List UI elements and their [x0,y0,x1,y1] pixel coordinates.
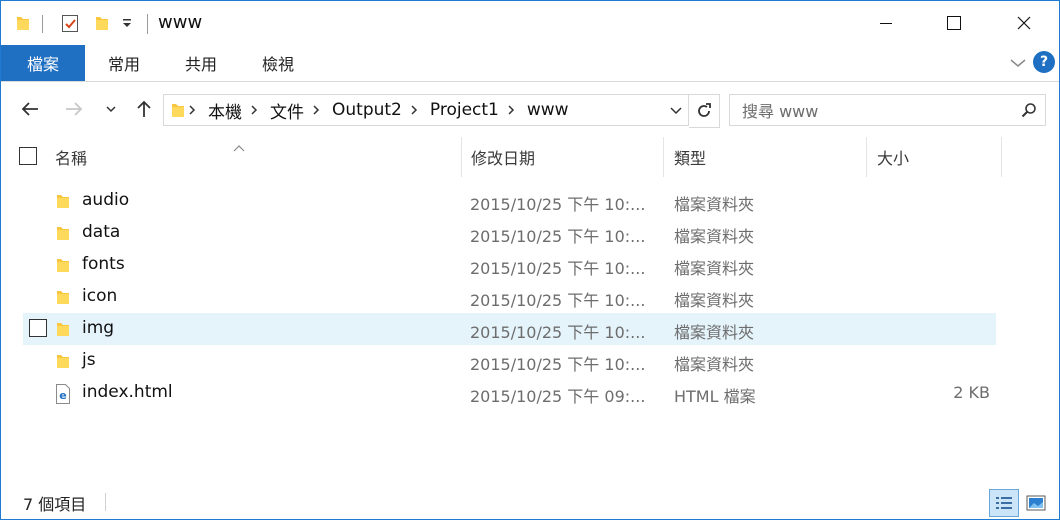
tab-home[interactable]: 常用 [85,45,163,81]
breadcrumb-chevron-icon[interactable] [410,103,422,117]
list-item[interactable]: fonts 2015/10/25 下午 10:... 檔案資料夾 [23,249,996,281]
file-name[interactable]: audio [82,190,129,210]
search-box[interactable]: 搜尋 www [729,94,1046,126]
details-view-button[interactable] [989,489,1019,517]
file-type: 檔案資料夾 [674,355,755,374]
file-date: 2015/10/25 下午 10:... [470,291,646,310]
breadcrumb-output2[interactable]: Output2 [332,100,402,120]
tab-file[interactable]: 檔案 [1,45,85,81]
tab-share[interactable]: 共用 [163,45,239,81]
folder-icon [55,288,71,310]
new-folder-icon[interactable] [94,11,110,35]
forward-arrow-icon[interactable] [61,98,87,120]
navigation-bar: 本機 文件 Output2 Project1 www 搜尋 www [1,82,1059,136]
ribbon-tabs: 檔案 常用 共用 檢視 ? [1,45,1059,82]
item-checkbox[interactable] [29,319,47,337]
file-name[interactable]: data [82,222,120,242]
file-date: 2015/10/25 下午 09:... [470,387,646,406]
file-type: 檔案資料夾 [674,227,755,246]
column-name[interactable]: 名稱 [55,137,87,177]
expand-ribbon-chevron-icon[interactable] [1009,55,1027,69]
title-bar: www [1,1,1059,45]
file-type: 檔案資料夾 [674,195,755,214]
breadcrumb-chevron-icon[interactable] [250,103,262,117]
folder-icon [55,192,71,214]
column-size[interactable]: 大小 [877,137,909,177]
file-name[interactable]: fonts [82,254,125,274]
item-count: 7 個項目 [23,495,87,514]
up-arrow-icon[interactable] [133,98,155,120]
column-divider[interactable] [1001,137,1002,177]
tab-view[interactable]: 檢視 [239,45,317,81]
file-type: 檔案資料夾 [674,291,755,310]
refresh-button[interactable] [689,94,720,128]
recent-locations-chevron-icon[interactable] [102,98,120,120]
window-title: www [158,12,203,33]
edge-html-file-icon: e [55,384,71,408]
column-date-modified[interactable]: 修改日期 [471,137,535,177]
search-input[interactable]: 搜尋 www [742,98,818,122]
column-divider[interactable] [461,137,462,177]
large-icons-view-button[interactable] [1021,489,1051,517]
address-bar[interactable]: 本機 文件 Output2 Project1 www [163,94,689,126]
breadcrumb-this-pc[interactable]: 本機 [208,98,242,123]
breadcrumb-chevron-icon[interactable] [507,103,519,117]
column-header-row: 名稱 修改日期 類型 大小 [1,137,1059,177]
status-bar: 7 個項目 [1,487,1059,519]
list-item[interactable]: data 2015/10/25 下午 10:... 檔案資料夾 [23,217,996,249]
details-view-icon [995,495,1013,511]
file-date: 2015/10/25 下午 10:... [470,323,646,342]
column-type[interactable]: 類型 [674,137,706,177]
search-icon[interactable] [1021,102,1037,122]
file-type: 檔案資料夾 [674,323,755,342]
file-date: 2015/10/25 下午 10:... [470,259,646,278]
list-item[interactable]: audio 2015/10/25 下午 10:... 檔案資料夾 [23,185,996,217]
breadcrumb-documents[interactable]: 文件 [270,98,304,123]
address-folder-icon [170,101,186,119]
explorer-window: www 檔案 常用 共用 檢視 ? 本機 文件 Output2 Project1… [0,0,1060,520]
breadcrumb-www[interactable]: www [527,100,569,120]
file-size: 2 KB [953,383,990,402]
address-history-chevron-icon[interactable] [664,95,688,125]
close-button[interactable] [1001,1,1047,45]
folder-icon [55,224,71,246]
large-icons-view-icon [1026,495,1046,511]
window-folder-icon [15,11,31,35]
file-name[interactable]: index.html [82,382,173,402]
refresh-icon [695,102,713,120]
properties-icon[interactable] [61,11,79,35]
file-name[interactable]: icon [82,286,117,306]
qat-customize-chevron-icon[interactable] [121,11,133,35]
folder-icon [55,256,71,278]
list-item[interactable]: icon 2015/10/25 下午 10:... 檔案資料夾 [23,281,996,313]
folder-icon [55,352,71,374]
minimize-button[interactable] [863,1,909,45]
svg-text:e: e [59,389,66,402]
title-divider [147,14,148,34]
qat-divider [42,15,43,33]
list-item[interactable]: e index.html 2015/10/25 下午 09:... HTML 檔… [23,377,996,409]
list-item[interactable]: img 2015/10/25 下午 10:... 檔案資料夾 [23,313,996,345]
column-divider[interactable] [663,137,664,177]
file-type: HTML 檔案 [674,387,756,406]
breadcrumb-chevron-icon[interactable] [188,103,200,117]
file-date: 2015/10/25 下午 10:... [470,195,646,214]
select-all-checkbox[interactable] [19,147,37,165]
file-date: 2015/10/25 下午 10:... [470,355,646,374]
sort-ascending-icon [233,137,245,156]
breadcrumb-project1[interactable]: Project1 [430,100,499,120]
status-divider [105,493,106,511]
column-divider[interactable] [866,137,867,177]
help-button[interactable]: ? [1033,51,1055,73]
back-arrow-icon[interactable] [17,98,43,120]
list-item[interactable]: js 2015/10/25 下午 10:... 檔案資料夾 [23,345,996,377]
file-name[interactable]: img [82,318,114,338]
file-name[interactable]: js [82,350,96,370]
folder-icon [55,320,71,342]
file-date: 2015/10/25 下午 10:... [470,227,646,246]
file-type: 檔案資料夾 [674,259,755,278]
breadcrumb-chevron-icon[interactable] [312,103,324,117]
maximize-button[interactable] [931,1,977,45]
